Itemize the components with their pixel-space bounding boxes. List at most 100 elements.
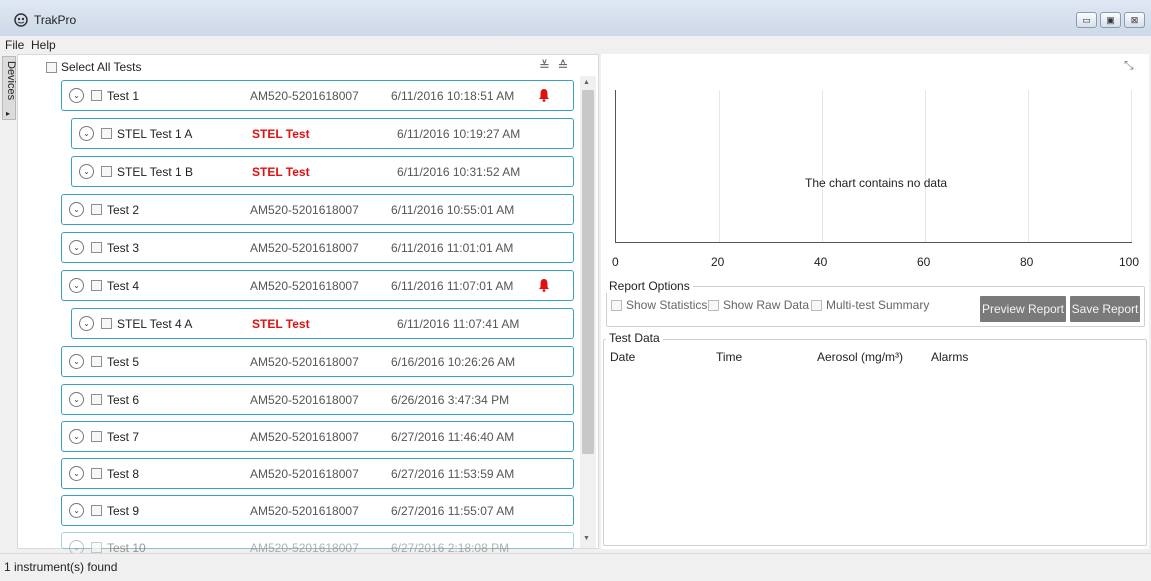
- chevron-down-icon[interactable]: ⌄: [69, 88, 84, 103]
- x-tick-label: 0: [612, 255, 619, 269]
- test-name: Test 3: [107, 241, 140, 255]
- test-checkbox[interactable]: [91, 90, 102, 101]
- report-options-title: Report Options: [606, 279, 693, 293]
- test-row[interactable]: ⌄ Test 2 AM520-5201618007 6/11/2016 10:55:0…: [61, 194, 574, 225]
- test-serial: AM520-5201618007: [250, 504, 359, 518]
- status-bar: [0, 553, 1151, 581]
- select-all-tests[interactable]: Select All Tests: [46, 60, 141, 74]
- test-row[interactable]: ⌄ Test 10 AM520-5201618007 6/27/2016 2:18:0…: [61, 532, 574, 555]
- test-checkbox[interactable]: [91, 242, 102, 253]
- chevron-down-icon[interactable]: ⌄: [69, 429, 84, 444]
- menu-bar: [0, 36, 1151, 52]
- collapse-all-icon[interactable]: ≚: [539, 58, 552, 73]
- devices-tab[interactable]: Devices ▸: [2, 56, 17, 120]
- test-type: STEL Test: [252, 317, 310, 331]
- expand-chart-icon[interactable]: ⤡: [1124, 58, 1134, 73]
- test-row[interactable]: ⌄ Test 7 AM520-5201618007 6/27/2016 11:46:4…: [61, 421, 574, 452]
- scroll-up-icon[interactable]: ▲: [583, 79, 590, 86]
- chevron-down-icon[interactable]: ⌄: [69, 240, 84, 255]
- show-statistics-checkbox[interactable]: [611, 299, 622, 311]
- test-row[interactable]: ⌄ STEL Test 1 A STEL Test 6/11/2016 10:19:2…: [71, 118, 574, 149]
- chevron-down-icon[interactable]: ⌄: [69, 354, 84, 369]
- test-timestamp: 6/27/2016 11:53:59 AM: [391, 467, 515, 481]
- test-checkbox[interactable]: [91, 468, 102, 479]
- show-raw-data-checkbox[interactable]: [708, 299, 719, 311]
- test-checkbox[interactable]: [91, 204, 102, 215]
- chevron-down-icon[interactable]: ⌄: [69, 466, 84, 481]
- chevron-down-icon[interactable]: ⌄: [69, 503, 84, 518]
- chart-gridline: [925, 90, 926, 242]
- x-tick-label: 100: [1119, 255, 1140, 269]
- show-raw-data-option[interactable]: Show Raw Data: [708, 298, 809, 312]
- chart-gridline: [1028, 90, 1029, 242]
- show-raw-data-label: Show Raw Data: [723, 298, 810, 312]
- show-statistics-option[interactable]: Show Statistics: [611, 298, 707, 312]
- menu-help[interactable]: Help: [31, 38, 56, 52]
- chevron-down-icon[interactable]: ⌄: [79, 164, 94, 179]
- bell-icon: [539, 89, 549, 102]
- test-row[interactable]: ⌄ STEL Test 1 B STEL Test 6/11/2016 10:31:5…: [71, 156, 574, 187]
- save-report-button[interactable]: Save Report: [1070, 296, 1140, 322]
- test-row[interactable]: ⌄ Test 3 AM520-5201618007 6/11/2016 11:01:0…: [61, 232, 574, 263]
- test-timestamp: 6/11/2016 11:07:01 AM: [391, 279, 514, 293]
- test-checkbox[interactable]: [91, 356, 102, 367]
- chart-gridline: [822, 90, 823, 242]
- menu-file[interactable]: File: [5, 38, 24, 52]
- window-title: TrakPro: [34, 13, 77, 27]
- test-timestamp: 6/27/2016 11:46:40 AM: [391, 430, 515, 444]
- test-name: Test 1: [107, 89, 140, 103]
- close-button[interactable]: ⊠: [1124, 12, 1145, 28]
- multi-test-summary-option[interactable]: Multi-test Summary: [811, 298, 929, 312]
- test-data-group: [603, 339, 1147, 546]
- chevron-down-icon[interactable]: ⌄: [69, 392, 84, 407]
- test-row[interactable]: ⌄ Test 9 AM520-5201618007 6/27/2016 11:55:0…: [61, 495, 574, 526]
- test-serial: AM520-5201618007: [250, 430, 359, 444]
- test-checkbox[interactable]: [101, 128, 112, 139]
- chevron-down-icon[interactable]: ⌄: [69, 202, 84, 217]
- status-text: 1 instrument(s) found: [4, 560, 118, 574]
- scroll-thumb[interactable]: [582, 90, 594, 454]
- x-tick-label: 20: [711, 255, 725, 269]
- test-type: STEL Test: [252, 165, 310, 179]
- multi-test-summary-checkbox[interactable]: [811, 299, 822, 311]
- test-checkbox[interactable]: [91, 505, 102, 516]
- test-row[interactable]: ⌄ Test 4 AM520-5201618007 6/11/2016 11:07:0…: [61, 270, 574, 301]
- test-checkbox[interactable]: [91, 280, 102, 291]
- test-row[interactable]: ⌄ STEL Test 4 A STEL Test 6/11/2016 11:07:4…: [71, 308, 574, 339]
- chart-empty-message: The chart contains no data: [805, 176, 948, 190]
- multi-test-summary-label: Multi-test Summary: [826, 298, 930, 312]
- test-name: STEL Test 1 A: [117, 127, 193, 141]
- test-name: Test 2: [107, 203, 140, 217]
- column-header-alarms: Alarms: [931, 350, 969, 364]
- scroll-down-icon[interactable]: ▼: [583, 535, 590, 542]
- chevron-down-icon[interactable]: ⌄: [69, 278, 84, 293]
- test-checkbox[interactable]: [91, 431, 102, 442]
- preview-report-button[interactable]: Preview Report: [980, 296, 1066, 322]
- test-data-title: Test Data: [606, 331, 663, 345]
- chart-gridline: [1131, 90, 1132, 242]
- test-type: STEL Test: [252, 127, 310, 141]
- test-timestamp: 6/16/2016 10:26:26 AM: [391, 355, 516, 369]
- minimize-button[interactable]: ▭: [1076, 12, 1097, 28]
- chevron-down-icon[interactable]: ⌄: [79, 126, 94, 141]
- expand-all-icon[interactable]: ≙: [558, 58, 571, 73]
- test-checkbox[interactable]: [101, 318, 112, 329]
- test-checkbox[interactable]: [91, 394, 102, 405]
- x-tick-label: 80: [1020, 255, 1034, 269]
- test-timestamp: 6/11/2016 10:31:52 AM: [397, 165, 521, 179]
- select-all-checkbox[interactable]: [46, 61, 57, 73]
- maximize-button[interactable]: ▣: [1100, 12, 1121, 28]
- test-row[interactable]: ⌄ Test 5 AM520-5201618007 6/16/2016 10:26:2…: [61, 346, 574, 377]
- test-checkbox[interactable]: [101, 166, 112, 177]
- test-row[interactable]: ⌄ Test 1 AM520-5201618007 6/11/2016 10:18:5…: [61, 80, 574, 111]
- test-checkbox[interactable]: [91, 542, 102, 553]
- column-header-date: Date: [610, 350, 636, 364]
- show-statistics-label: Show Statistics: [626, 298, 708, 312]
- test-row[interactable]: ⌄ Test 6 AM520-5201618007 6/26/2016 3:47:34…: [61, 384, 574, 415]
- test-serial: AM520-5201618007: [250, 393, 359, 407]
- select-all-label: Select All Tests: [61, 60, 142, 74]
- chevron-down-icon[interactable]: ⌄: [79, 316, 94, 331]
- test-name: Test 7: [107, 430, 140, 444]
- test-row[interactable]: ⌄ Test 8 AM520-5201618007 6/27/2016 11:53:5…: [61, 458, 574, 489]
- test-serial: AM520-5201618007: [250, 467, 359, 481]
